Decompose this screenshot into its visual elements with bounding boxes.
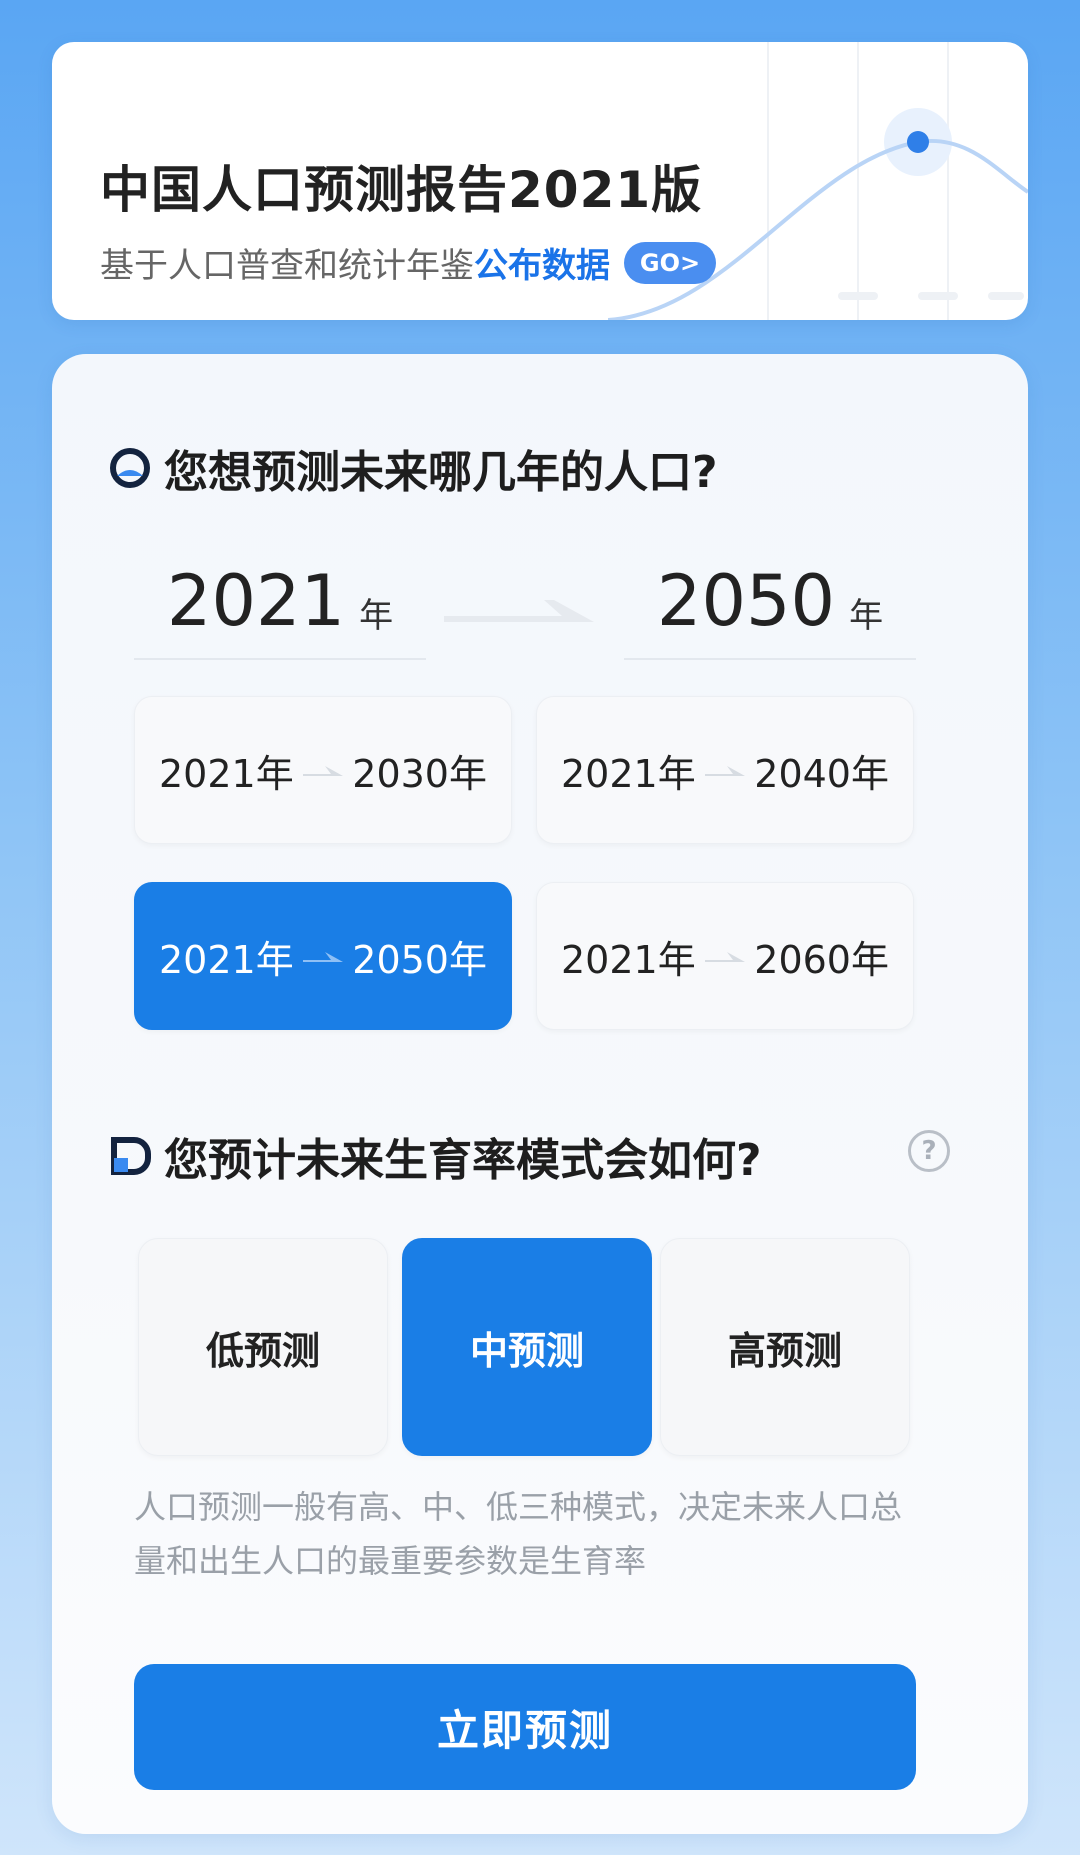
- arrow-right-icon: [705, 952, 745, 962]
- start-year-unit: 年: [359, 595, 394, 636]
- range-from: 2021年: [159, 751, 294, 796]
- end-year-unit: 年: [849, 595, 884, 636]
- medium-forecast-option[interactable]: 中预测: [402, 1238, 652, 1456]
- prediction-form-card: 您想预测未来哪几年的人口? 2021 年 2050 年 2021年 2030年 …: [52, 354, 1028, 1834]
- range-to: 2040年: [754, 751, 889, 796]
- report-title: 中国人口预测报告2021版: [100, 161, 703, 219]
- fertility-section-title: 您预计未来生育率模式会如何?: [108, 1124, 762, 1188]
- subtitle-prefix: 基于人口普查和统计年鉴: [100, 246, 474, 286]
- low-forecast-option[interactable]: 低预测: [138, 1238, 388, 1456]
- arrow-right-icon: [705, 766, 745, 776]
- go-button[interactable]: GO>: [624, 241, 716, 284]
- high-forecast-option[interactable]: 高预测: [660, 1238, 910, 1456]
- predict-now-button[interactable]: 立即预测: [134, 1664, 916, 1790]
- arrow-right-icon: [444, 600, 594, 622]
- years-section-title: 您想预测未来哪几年的人口?: [108, 436, 718, 500]
- start-year-picker[interactable]: 2021 年: [134, 544, 426, 660]
- published-data-link[interactable]: 公布数据: [474, 238, 610, 287]
- range-from: 2021年: [561, 751, 696, 796]
- report-subtitle: 基于人口普查和统计年鉴 公布数据 GO>: [100, 238, 716, 287]
- range-option-2021-2030[interactable]: 2021年 2030年: [134, 696, 512, 844]
- fertility-description: 人口预测一般有高、中、低三种模式，决定未来人口总量和出生人口的最重要参数是生育率: [134, 1488, 903, 1580]
- range-to: 2050年: [352, 937, 487, 982]
- years-question: 您想预测未来哪几年的人口?: [164, 447, 718, 498]
- end-year-value: 2050: [656, 560, 836, 642]
- range-from: 2021年: [561, 937, 696, 982]
- range-option-2021-2060[interactable]: 2021年 2060年: [536, 882, 914, 1030]
- end-year-picker[interactable]: 2050 年: [624, 544, 916, 660]
- arrow-right-icon: [303, 766, 343, 776]
- start-year-value: 2021: [166, 560, 346, 642]
- rounded-square-section-icon: [111, 1137, 151, 1175]
- range-option-2021-2040[interactable]: 2021年 2040年: [536, 696, 914, 844]
- report-header-card[interactable]: 中国人口预测报告2021版 基于人口普查和统计年鉴 公布数据 GO>: [52, 42, 1028, 320]
- circle-section-icon: [110, 448, 150, 488]
- range-from: 2021年: [159, 937, 294, 982]
- fertility-question: 您预计未来生育率模式会如何?: [164, 1135, 762, 1186]
- range-to: 2060年: [754, 937, 889, 982]
- arrow-right-icon: [303, 952, 343, 962]
- range-option-2021-2050[interactable]: 2021年 2050年: [134, 882, 512, 1030]
- range-to: 2030年: [352, 751, 487, 796]
- help-icon[interactable]: ?: [908, 1130, 950, 1172]
